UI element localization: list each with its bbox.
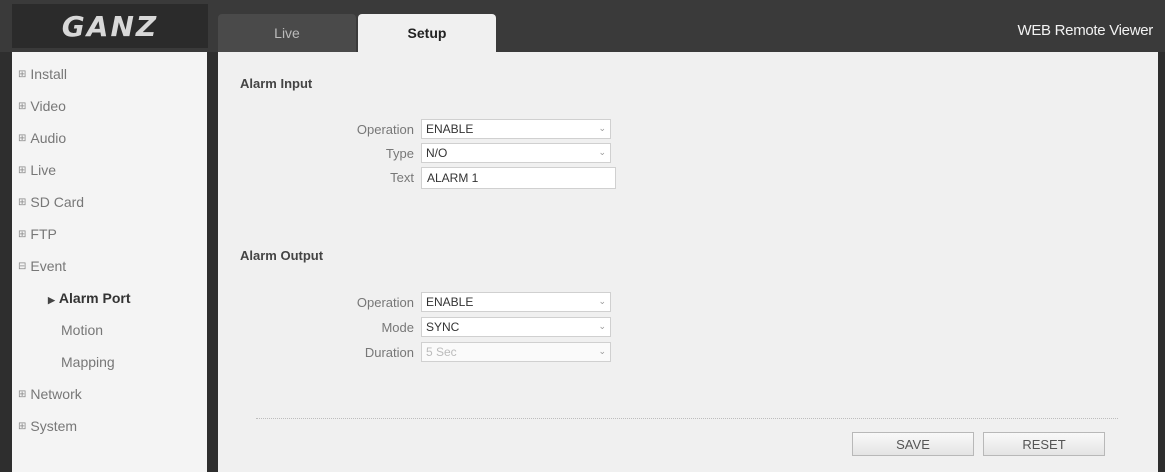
select-value: 5 Sec bbox=[426, 345, 457, 359]
sidebar-item-audio[interactable]: ⊞ Audio bbox=[18, 130, 66, 146]
app-frame: GANZ Live Setup WEB Remote Viewer ⊞ Insta… bbox=[0, 0, 1165, 472]
sidebar-item-ftp[interactable]: ⊞ FTP bbox=[18, 226, 57, 242]
sidebar-item-label: Live bbox=[30, 162, 57, 178]
collapse-icon: ⊟ bbox=[18, 260, 27, 272]
select-value: SYNC bbox=[426, 320, 460, 334]
chevron-down-icon: ⌄ bbox=[598, 347, 606, 357]
sidebar-item-label: Install bbox=[30, 66, 67, 82]
expand-icon: ⊞ bbox=[18, 196, 27, 208]
sidebar-item-system[interactable]: ⊞ System bbox=[18, 418, 77, 434]
select-value: N/O bbox=[426, 146, 448, 160]
sidebar-item-label: System bbox=[30, 418, 78, 434]
sidebar-item-label: SD Card bbox=[30, 194, 85, 210]
sidebar-subitem-motion[interactable]: Motion bbox=[61, 322, 103, 338]
output-mode-select[interactable]: SYNC ⌄ bbox=[421, 317, 611, 337]
settings-panel: Alarm Input Operation ENABLE ⌄ Type N/O … bbox=[218, 52, 1158, 472]
input-operation-select[interactable]: ENABLE ⌄ bbox=[421, 119, 611, 139]
sidebar: ⊞ Install ⊞ Video ⊞ Audio ⊞ Live ⊞ SD Card ⊞ F… bbox=[12, 52, 207, 472]
operation-label: Operation bbox=[356, 295, 414, 310]
sidebar-item-event[interactable]: ⊟ Event bbox=[18, 258, 66, 274]
sidebar-item-sd-card[interactable]: ⊞ SD Card bbox=[18, 194, 84, 210]
chevron-down-icon: ⌄ bbox=[598, 322, 606, 332]
select-value: ENABLE bbox=[426, 122, 474, 136]
text-label: Text bbox=[390, 170, 414, 185]
sidebar-item-video[interactable]: ⊞ Video bbox=[18, 98, 66, 114]
chevron-down-icon: ⌄ bbox=[598, 124, 606, 134]
expand-icon: ⊞ bbox=[18, 132, 27, 144]
expand-icon: ⊞ bbox=[18, 68, 27, 80]
chevron-down-icon: ⌄ bbox=[598, 148, 606, 158]
expand-icon: ⊞ bbox=[18, 388, 27, 400]
sidebar-item-label: Network bbox=[30, 386, 82, 402]
expand-icon: ⊞ bbox=[18, 164, 27, 176]
select-value: ENABLE bbox=[426, 295, 474, 309]
output-duration-select[interactable]: 5 Sec ⌄ bbox=[421, 342, 611, 362]
sidebar-item-install[interactable]: ⊞ Install bbox=[18, 66, 67, 82]
save-button[interactable]: SAVE bbox=[852, 432, 974, 456]
expand-icon: ⊞ bbox=[18, 228, 27, 240]
header-bar: GANZ Live Setup WEB Remote Viewer bbox=[0, 0, 1165, 52]
logo-text: GANZ bbox=[61, 9, 159, 43]
operation-label: Operation bbox=[356, 122, 414, 137]
expand-icon: ⊞ bbox=[18, 100, 27, 112]
alarm-input-title: Alarm Input bbox=[240, 76, 313, 91]
mode-label: Mode bbox=[381, 320, 414, 335]
sidebar-item-live[interactable]: ⊞ Live bbox=[18, 162, 56, 178]
reset-button[interactable]: RESET bbox=[983, 432, 1105, 456]
logo: GANZ bbox=[12, 4, 208, 48]
tab-live[interactable]: Live bbox=[218, 14, 356, 52]
sidebar-item-network[interactable]: ⊞ Network bbox=[18, 386, 82, 402]
divider bbox=[256, 418, 1118, 419]
expand-icon: ⊞ bbox=[18, 420, 27, 432]
sidebar-item-label: Audio bbox=[30, 130, 67, 146]
output-operation-select[interactable]: ENABLE ⌄ bbox=[421, 292, 611, 312]
type-label: Type bbox=[385, 146, 414, 161]
app-title: WEB Remote Viewer bbox=[1017, 22, 1153, 39]
sidebar-subitem-mapping[interactable]: Mapping bbox=[61, 354, 115, 370]
sidebar-item-label: FTP bbox=[30, 226, 57, 242]
caret-right-icon: ▶ bbox=[48, 295, 55, 305]
alarm-text-input[interactable]: ALARM 1 bbox=[421, 167, 616, 189]
input-type-select[interactable]: N/O ⌄ bbox=[421, 143, 611, 163]
sidebar-item-label: Event bbox=[30, 258, 67, 274]
sidebar-subitem-alarm-port[interactable]: ▶ Alarm Port bbox=[48, 290, 131, 306]
alarm-output-title: Alarm Output bbox=[240, 248, 324, 263]
chevron-down-icon: ⌄ bbox=[598, 297, 606, 307]
tab-setup[interactable]: Setup bbox=[358, 14, 496, 52]
sidebar-subitem-label: Alarm Port bbox=[58, 290, 131, 306]
duration-label: Duration bbox=[364, 345, 414, 360]
sidebar-item-label: Video bbox=[30, 98, 66, 114]
